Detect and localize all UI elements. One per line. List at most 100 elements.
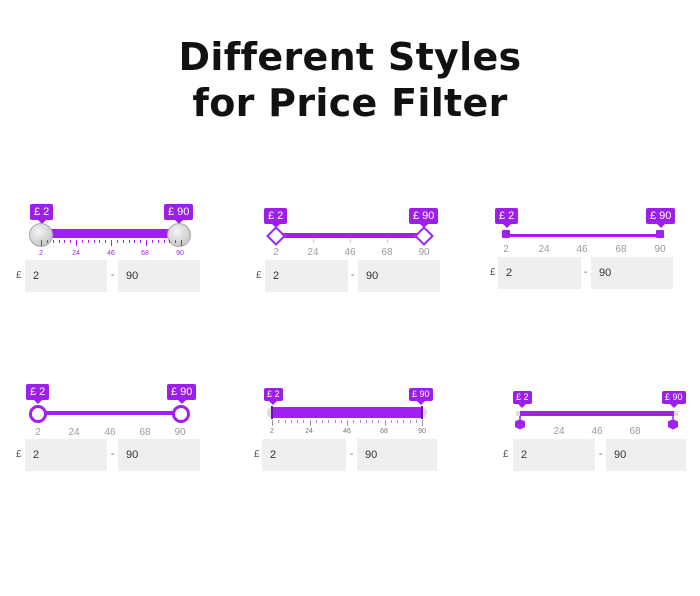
tick-label: 46 [343, 428, 351, 435]
tick-mark [415, 420, 417, 423]
max-price-handle[interactable] [414, 226, 434, 246]
tick-mark [111, 240, 112, 246]
page-title: Different Styles for Price Filter [0, 34, 700, 126]
tick-ruler [41, 240, 182, 248]
tick-label: 46 [344, 247, 356, 258]
min-price-input[interactable]: 2 [25, 260, 107, 292]
range-separator: - [599, 449, 603, 460]
tick-label: 24 [305, 428, 313, 435]
tick-mark [353, 420, 355, 423]
currency-symbol: £ [16, 270, 22, 281]
tick-mark [122, 240, 124, 243]
tick-mark [41, 240, 42, 246]
tick-mark [372, 420, 373, 423]
tick-mark [397, 420, 398, 423]
tick-mark [151, 240, 153, 243]
tick-mark [359, 420, 361, 423]
tick-label: 68 [629, 426, 641, 437]
tick-label: 24 [553, 426, 565, 437]
range-separator: - [350, 449, 354, 460]
tick-label: 90 [174, 427, 186, 438]
tick-mark [163, 240, 165, 243]
tick-mark [347, 420, 348, 426]
tick-label: 68 [381, 247, 393, 258]
price-filter-style-4: £ 2 £ 90 2 24 46 68 90 £ 2 - 90 [14, 380, 214, 520]
tick-label: 68 [141, 250, 149, 257]
tick-mark [409, 420, 411, 423]
min-price-handle[interactable] [271, 406, 273, 419]
tick-mark [64, 240, 66, 243]
tick-label: 90 [176, 250, 184, 257]
min-price-input[interactable]: 2 [513, 439, 595, 471]
max-price-input[interactable]: 90 [118, 260, 200, 292]
min-price-handle[interactable] [29, 405, 47, 423]
tick-mark [181, 240, 182, 246]
max-price-handle[interactable] [668, 416, 678, 430]
max-price-handle[interactable] [421, 406, 423, 419]
tick-label: 46 [104, 427, 116, 438]
tick-label: 24 [307, 247, 319, 258]
min-price-handle[interactable] [515, 416, 525, 430]
tick-label: 46 [591, 426, 603, 437]
tick-label: 68 [380, 428, 388, 435]
tick-mark [278, 420, 280, 423]
tick-mark [81, 240, 83, 243]
range-separator: - [111, 449, 115, 460]
currency-symbol: £ [16, 449, 22, 460]
min-price-input[interactable]: 2 [25, 439, 107, 471]
min-price-input[interactable]: 2 [262, 439, 346, 471]
max-price-input[interactable]: 90 [358, 260, 440, 292]
tick-label: 24 [538, 244, 550, 255]
tick-label: 2 [39, 250, 43, 257]
tick-mark [169, 240, 171, 243]
tick-mark [290, 420, 292, 423]
range-separator: - [111, 270, 115, 281]
tick-label: 68 [139, 427, 151, 438]
max-price-input[interactable]: 90 [606, 439, 686, 471]
tick-label: 2 [273, 247, 279, 258]
max-price-input[interactable]: 90 [591, 257, 673, 289]
selected-range-bar [275, 233, 425, 238]
min-price-badge: £ 2 [264, 208, 288, 228]
tick-mark [297, 420, 298, 423]
tick-mark [315, 420, 317, 423]
tick-mark [52, 240, 54, 243]
min-price-handle[interactable] [502, 230, 510, 238]
tick-mark [93, 240, 95, 243]
price-filter-style-6: £ 2 £ 90 24 46 68 £ 2 - 90 [500, 380, 700, 520]
tick-label: 68 [615, 244, 627, 255]
min-price-badge: £ 2 [495, 208, 519, 228]
selected-range-bar [272, 407, 422, 418]
tick-mark [146, 240, 147, 246]
tick-mark [284, 420, 286, 423]
min-price-handle[interactable] [266, 226, 286, 246]
max-price-handle[interactable] [172, 405, 190, 423]
hexagon-icon [515, 416, 525, 430]
price-filter-style-5: £ 2 £ 90 2 24 46 68 90 £ 2 - 90 [252, 380, 452, 520]
tick-mark [140, 240, 142, 243]
min-price-badge: £ 2 [513, 391, 532, 408]
tick-label: 24 [72, 250, 80, 257]
tick-label: 90 [418, 428, 426, 435]
tick-mark [422, 420, 423, 426]
tick-mark [105, 240, 107, 243]
tick-label: 2 [503, 244, 509, 255]
tick-mark [365, 420, 367, 423]
min-price-input[interactable]: 2 [265, 260, 348, 292]
max-price-input[interactable]: 90 [118, 439, 200, 471]
min-price-input[interactable]: 2 [498, 257, 581, 289]
tick-mark [70, 240, 72, 243]
max-price-handle[interactable] [656, 230, 664, 238]
selected-range-bar [40, 229, 180, 238]
tick-label: 46 [107, 250, 115, 257]
tick-mark [46, 240, 48, 243]
tick-mark [387, 239, 388, 243]
title-line-2: for Price Filter [192, 81, 508, 125]
title-line-1: Different Styles [178, 35, 522, 79]
max-price-input[interactable]: 90 [357, 439, 437, 471]
range-separator: - [584, 267, 588, 278]
tick-mark [403, 420, 405, 423]
tick-mark [76, 240, 77, 246]
min-price-badge: £ 2 [26, 384, 50, 404]
tick-ruler [272, 420, 423, 426]
